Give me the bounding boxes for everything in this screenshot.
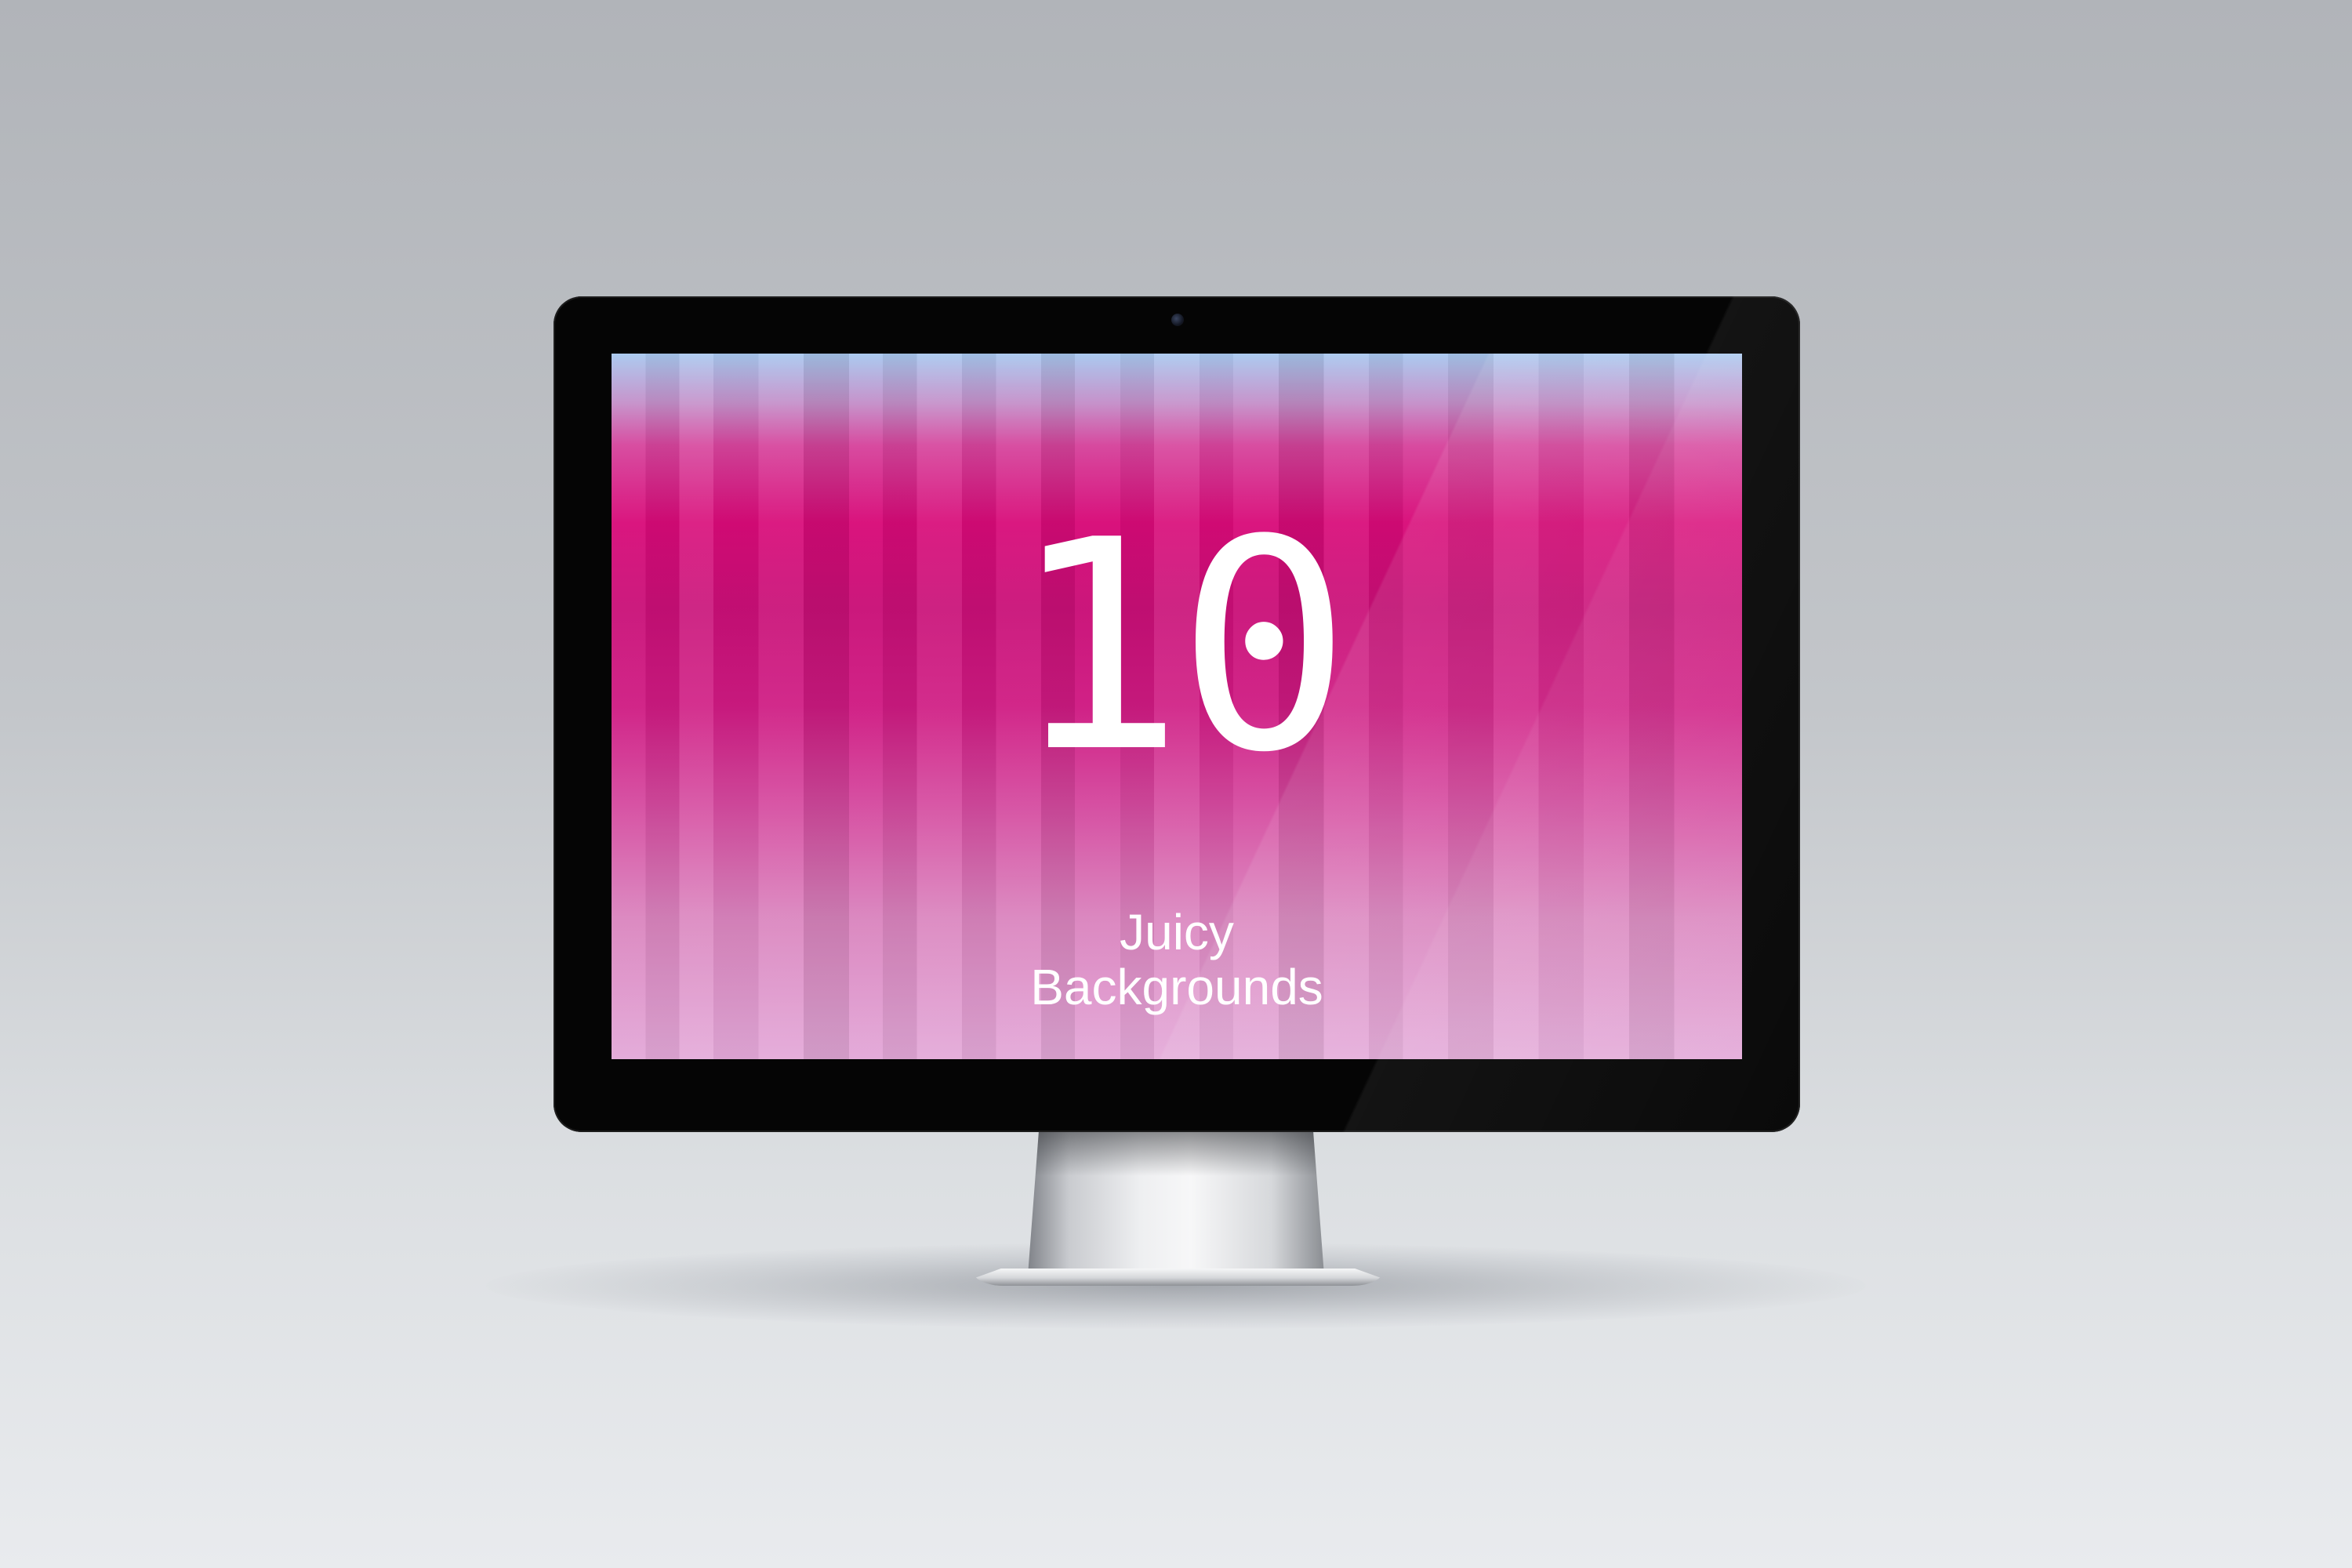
monitor-stand-neck [1027, 1129, 1325, 1286]
screen-subtitle-line1: Juicy [1120, 904, 1234, 960]
monitor-screen: 10 Juicy Backgrounds [612, 354, 1742, 1059]
screen-headline: 10 [1010, 479, 1352, 816]
monitor: 10 Juicy Backgrounds [554, 296, 1800, 1132]
camera-icon [1171, 314, 1184, 326]
screen-subtitle-line2: Backgrounds [1030, 959, 1323, 1015]
monitor-stand-base [972, 1269, 1384, 1286]
